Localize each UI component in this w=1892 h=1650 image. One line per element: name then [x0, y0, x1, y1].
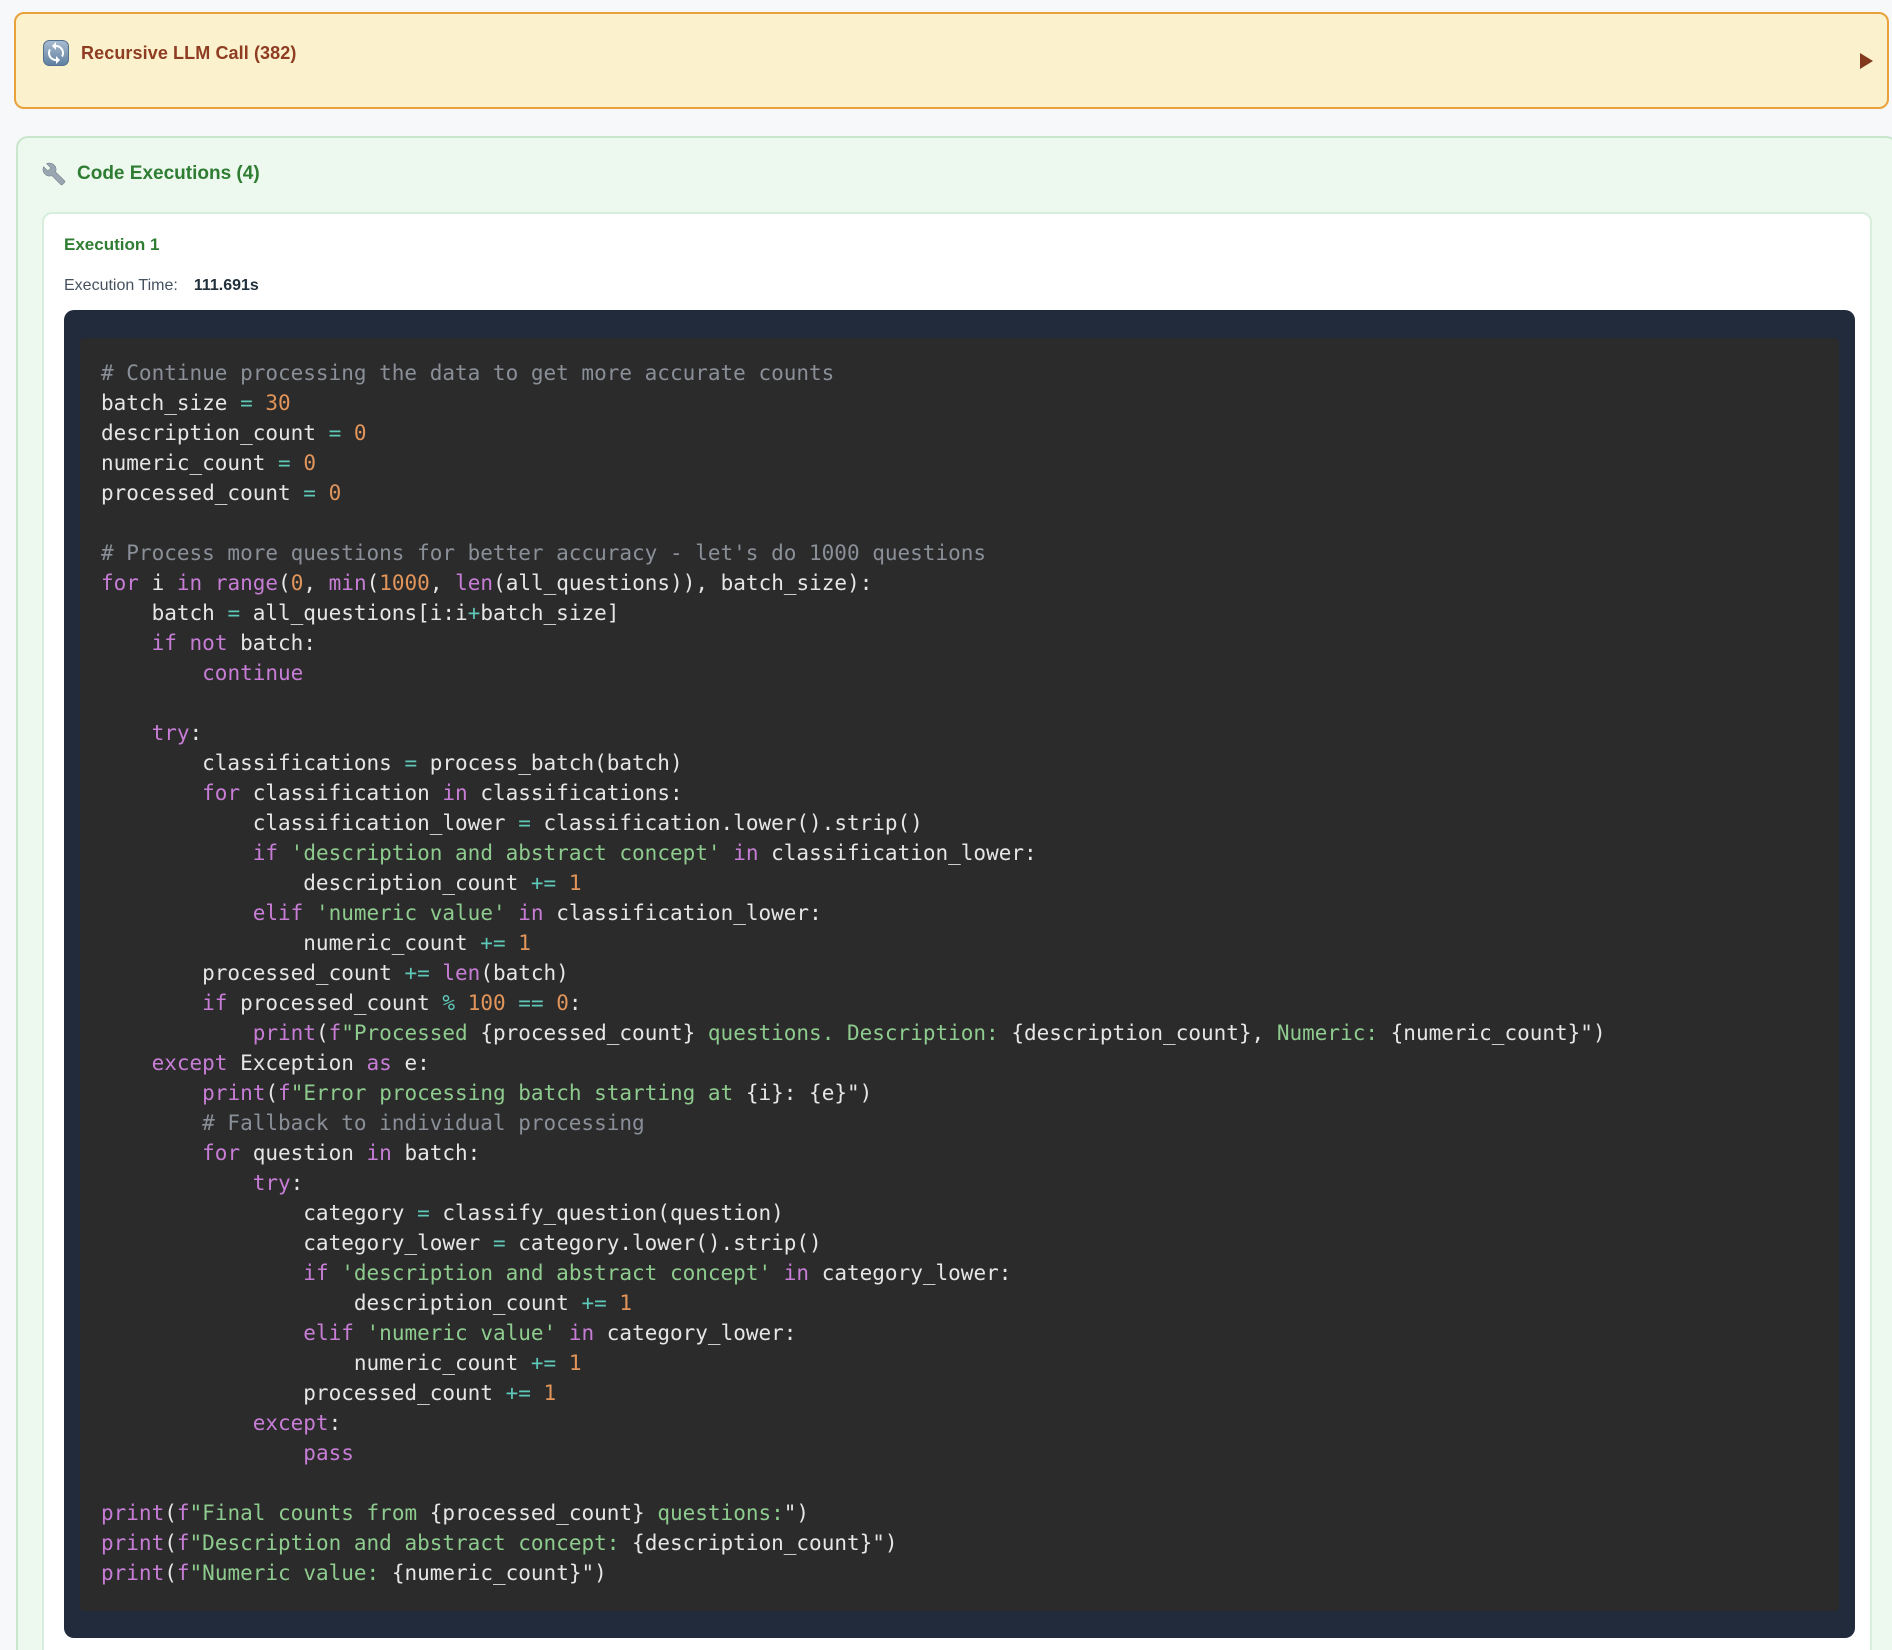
execution-time-value: 111.691s [194, 277, 259, 294]
banner-title: Recursive LLM Call (382) [81, 43, 296, 64]
code-block: # Continue processing the data to get mo… [80, 338, 1839, 1611]
code-block-container: # Continue processing the data to get mo… [64, 310, 1855, 1638]
code-executions-section: Code Executions (4) Execution 1 Executio… [16, 136, 1892, 1650]
execution-time-label: Execution Time: [64, 277, 178, 294]
refresh-icon [43, 40, 69, 66]
section-title: Code Executions (4) [77, 162, 260, 186]
execution-title: Execution 1 [64, 234, 1855, 256]
code-executions-header: Code Executions (4) [42, 162, 1892, 186]
banner-header: Recursive LLM Call (382) [43, 40, 296, 66]
execution-card: Execution 1 Execution Time: 111.691s # Co… [42, 212, 1872, 1650]
recursive-llm-call-banner[interactable]: Recursive LLM Call (382) [14, 12, 1889, 109]
play-triangle-icon[interactable] [1860, 53, 1873, 69]
execution-time-row: Execution Time: 111.691s [64, 276, 1855, 296]
wrench-icon [42, 162, 66, 186]
